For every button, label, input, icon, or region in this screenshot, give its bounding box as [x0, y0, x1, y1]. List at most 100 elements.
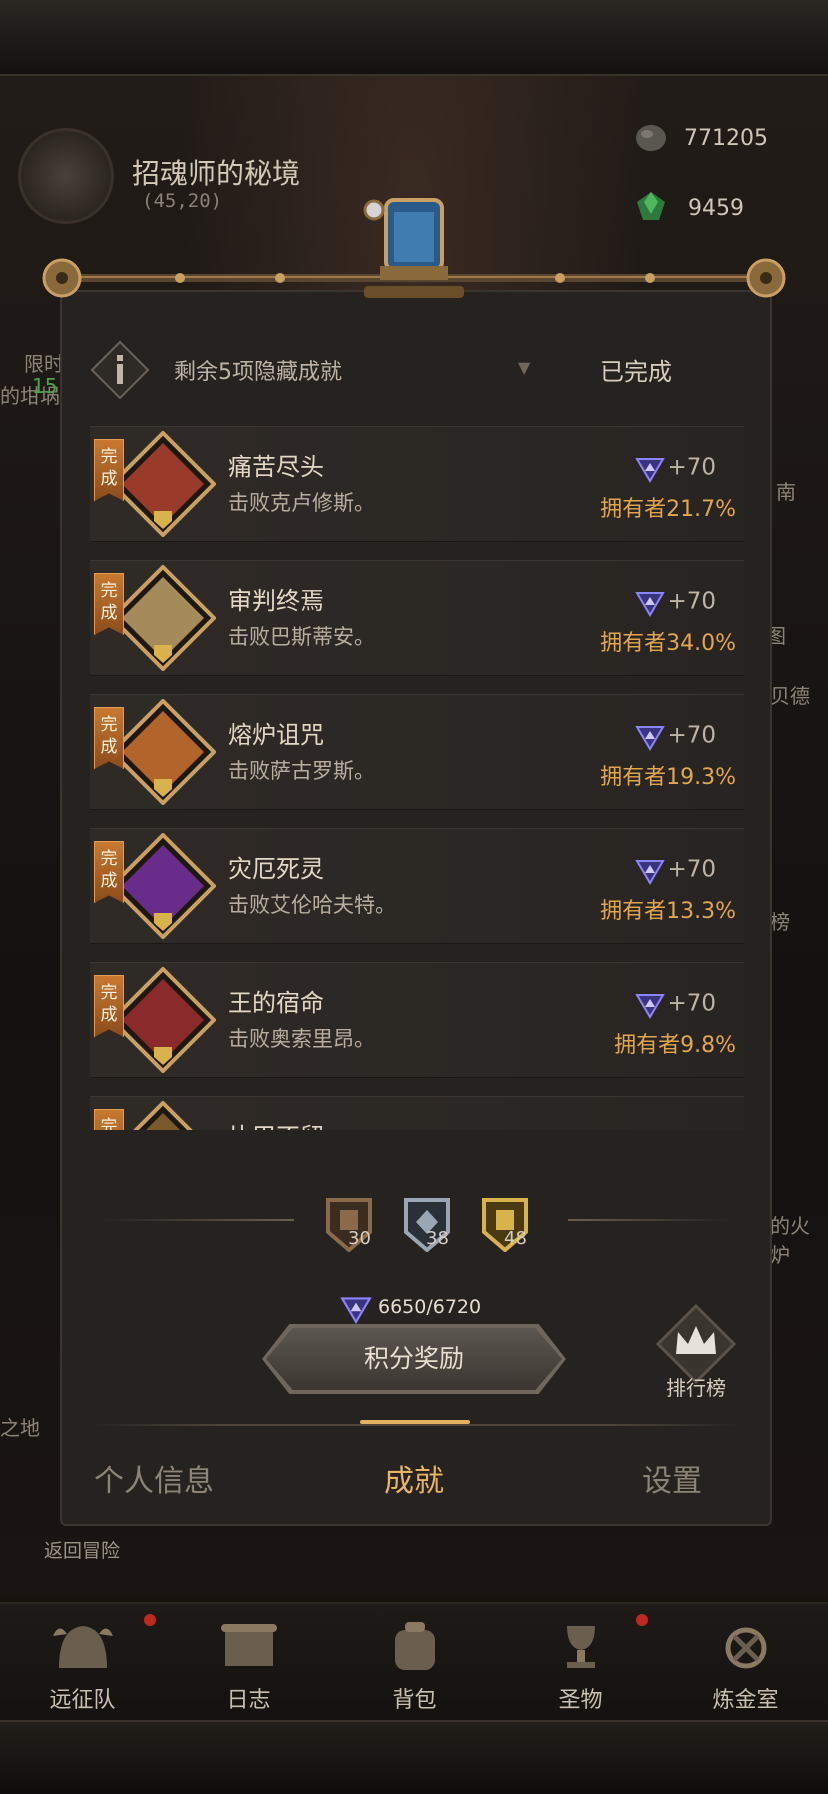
achievement-reward: +70 — [635, 453, 716, 483]
nav-label: 炼金室 — [712, 1688, 779, 1713]
achievement-title: 片甲不留 — [228, 1117, 324, 1130]
achievement-header: 剩余5项隐藏成就 ▼ 已完成 — [90, 340, 740, 400]
tab-settings[interactable]: 设置 — [642, 1456, 702, 1500]
nav-expedition[interactable]: 远征队 — [0, 1604, 165, 1722]
complete-badge: 完成 — [94, 573, 124, 635]
side-text-bede: 贝德 — [770, 684, 810, 708]
side-text-fire: 的火炉 — [770, 1214, 810, 1267]
silver-medal-count: 38 — [426, 1228, 449, 1249]
side-text-land: 之地 — [0, 1416, 40, 1440]
achievement-desc: 击败克卢修斯。 — [228, 491, 375, 515]
backpack-icon — [394, 1622, 435, 1670]
owners-percent: 拥有者34.0% — [600, 631, 736, 656]
boss-portrait-icon — [110, 431, 216, 537]
top-frame — [0, 0, 828, 76]
achievement-title: 熔炉诅咒 — [228, 721, 324, 749]
achievement-reward: +70 — [635, 721, 716, 751]
side-text-num: 15 — [32, 374, 58, 398]
achievement-title: 灾厄死灵 — [228, 855, 324, 883]
tab-profile[interactable]: 个人信息 — [94, 1456, 214, 1500]
achievement-row[interactable]: 完成 灾厄死灵 击败艾伦哈夫特。 +70 拥有者13.3% — [90, 828, 744, 944]
bottom-nav: 远征队 日志 背包 圣物 炼金室 — [0, 1602, 828, 1722]
chalice-icon — [566, 1626, 595, 1668]
points-progress: 6650/6720 — [378, 1296, 482, 1318]
achievement-row[interactable]: 完成 痛苦尽头 击败克卢修斯。 +70 拥有者21.7% — [90, 426, 744, 542]
owners-percent: 拥有者19.3% — [600, 765, 736, 790]
side-text-limit: 限时 — [24, 352, 64, 376]
nav-alchemy[interactable]: 炼金室 — [663, 1604, 828, 1722]
complete-badge: 完成 — [94, 707, 124, 769]
nav-label: 圣物 — [558, 1688, 603, 1713]
boss-portrait-icon — [110, 565, 216, 671]
achievement-title: 王的宿命 — [228, 989, 324, 1017]
back-to-adventure-link[interactable]: 返回冒险 — [44, 1536, 120, 1563]
complete-badge: 完成 — [94, 841, 124, 903]
reward-value: +70 — [667, 990, 716, 1017]
scroll-icon — [220, 1624, 277, 1666]
achievement-desc: 击败巴斯蒂安。 — [228, 625, 375, 649]
points-reward-button[interactable]: 积分奖励 — [266, 1328, 562, 1390]
achievement-row[interactable]: 完成 片甲不留 — [90, 1096, 744, 1130]
achievement-list[interactable]: 完成 痛苦尽头 击败克卢修斯。 +70 拥有者21.7% 完成 审判终焉 击败巴… — [90, 414, 744, 1130]
active-tab-indicator — [360, 1420, 470, 1424]
bottom-frame — [0, 1720, 828, 1794]
location-title: 招魂师的秘境 — [132, 157, 301, 190]
notification-dot — [636, 1614, 648, 1626]
leaderboard-label[interactable]: 排行榜 — [666, 1372, 726, 1401]
reward-value: +70 — [667, 722, 716, 749]
location-emblem-icon — [18, 128, 114, 224]
crystal-count: 9459 — [688, 196, 744, 221]
nav-backpack[interactable]: 背包 — [332, 1604, 497, 1722]
complete-badge: 完成 — [94, 439, 124, 501]
nav-log[interactable]: 日志 — [166, 1604, 331, 1722]
complete-badge: 完成 — [94, 1109, 124, 1130]
achievement-row[interactable]: 完成 熔炉诅咒 击败萨古罗斯。 +70 拥有者19.3% — [90, 694, 744, 810]
side-text-rank: 榜 — [770, 910, 790, 934]
owners-percent: 拥有者9.8% — [614, 1033, 736, 1058]
achievement-title: 审判终焉 — [228, 587, 324, 615]
bronze-medal-count: 30 — [348, 1228, 371, 1249]
gem-points-icon — [635, 994, 666, 1019]
gem-points-icon — [635, 726, 666, 751]
reward-value: +70 — [667, 588, 716, 615]
helmet-icon — [52, 1626, 113, 1668]
gem-points-icon — [635, 860, 666, 885]
notification-dot — [144, 1614, 156, 1626]
gem-points-icon — [340, 1297, 372, 1324]
owners-percent: 拥有者13.3% — [600, 899, 736, 924]
side-text-south: 南 — [776, 480, 796, 504]
achievement-reward: +70 — [635, 855, 716, 885]
gem-points-icon — [635, 458, 666, 483]
achievement-row[interactable]: 完成 王的宿命 击败奥索里昂。 +70 拥有者9.8% — [90, 962, 744, 1078]
achievement-title: 痛苦尽头 — [228, 453, 324, 481]
achievement-row[interactable]: 完成 审判终焉 击败巴斯蒂安。 +70 拥有者34.0% — [90, 560, 744, 676]
chevron-down-icon[interactable]: ▼ — [518, 358, 530, 377]
boss-portrait-icon — [133, 1101, 193, 1130]
boss-portrait-icon — [110, 967, 216, 1073]
achievement-desc: 击败艾伦哈夫特。 — [228, 893, 396, 917]
info-icon[interactable] — [90, 340, 150, 400]
gem-points-icon — [635, 592, 666, 617]
achievement-reward: +70 — [635, 587, 716, 617]
boss-portrait-icon — [110, 833, 216, 939]
reward-value: +70 — [667, 454, 716, 481]
nav-label: 背包 — [392, 1688, 437, 1713]
completed-filter[interactable]: 已完成 — [600, 352, 672, 387]
nav-label: 日志 — [226, 1688, 271, 1713]
achievement-desc: 击败奥索里昂。 — [228, 1027, 375, 1051]
alchemy-machine-decoration — [363, 198, 464, 298]
hidden-achievements-label: 剩余5项隐藏成就 — [174, 360, 342, 385]
tab-divider — [90, 1424, 740, 1426]
tab-achievements[interactable]: 成就 — [384, 1456, 444, 1500]
reward-value: +70 — [667, 856, 716, 883]
stone-count: 771205 — [684, 126, 768, 151]
owners-percent: 拥有者21.7% — [600, 497, 736, 522]
medal-divider-right — [568, 1219, 728, 1221]
achievement-desc: 击败萨古罗斯。 — [228, 759, 375, 783]
boss-portrait-icon — [110, 699, 216, 805]
gold-medal-count: 48 — [504, 1228, 527, 1249]
achievement-reward: +70 — [635, 989, 716, 1019]
alchemy-icon — [725, 1627, 766, 1669]
stone-icon — [636, 125, 666, 151]
green-crystal-icon — [637, 192, 665, 220]
